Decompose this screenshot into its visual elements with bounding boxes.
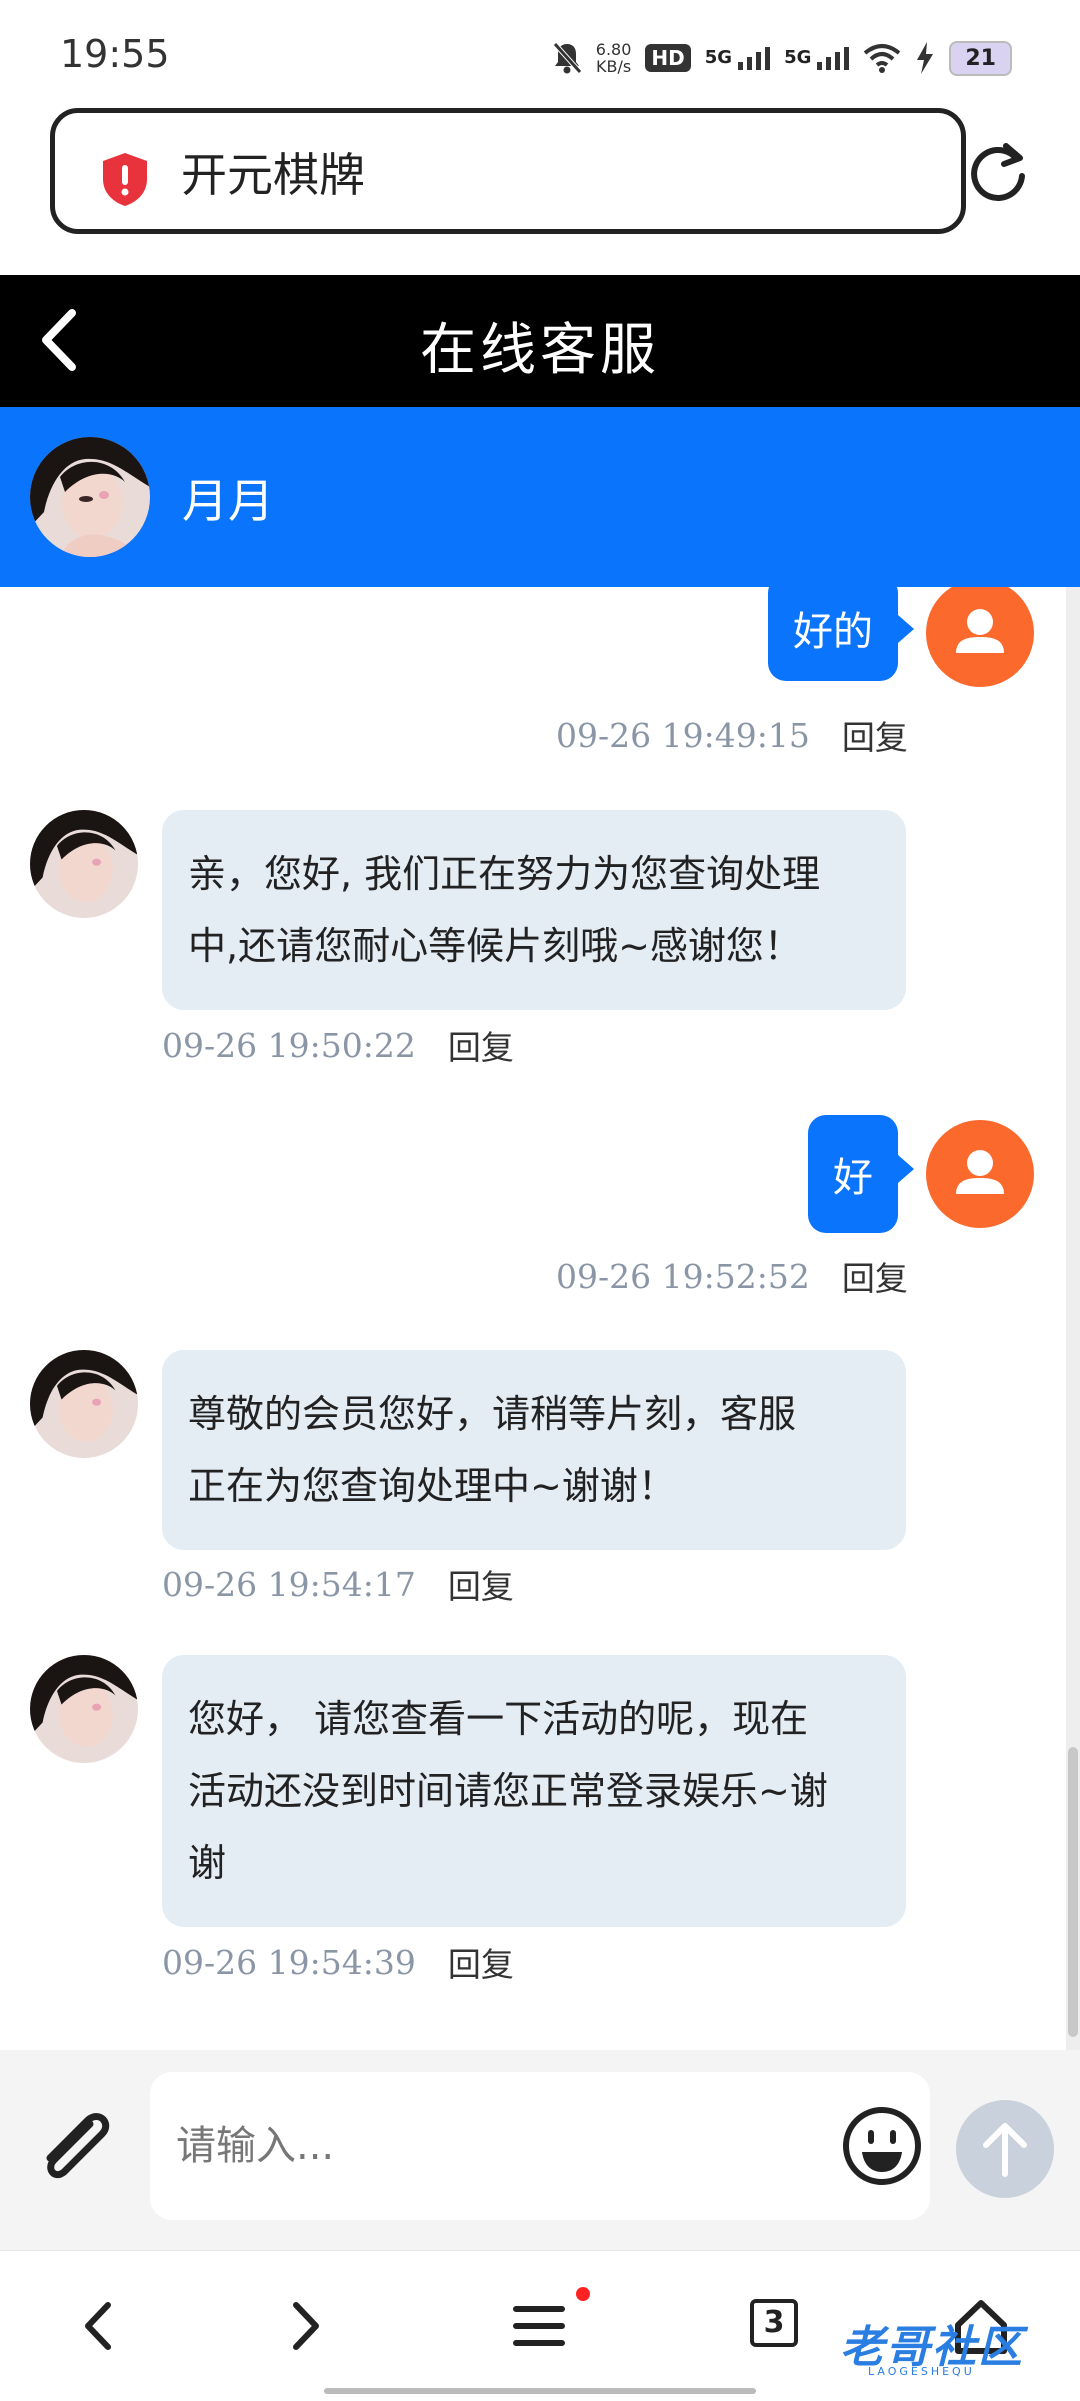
agent-bar: 月月 [0,407,1080,587]
message-line: 您好， 请您查看一下活动的呢，现在 [188,1697,809,1741]
watermark-subtext: LAOGESHEQU [868,2365,975,2378]
chat-scrollbar[interactable] [1066,587,1080,2050]
chat-header: 在线客服 [0,275,1080,407]
nav-back-button[interactable] [56,2281,146,2371]
message-meta: 09-26 19:54:39 回复 [162,1938,514,1986]
battery-level: 21 [949,40,1012,76]
status-icons: 6.80 KB/s HD 5G 5G 21 [552,36,1012,80]
status-time: 19:55 [60,32,170,76]
message-bubble-outgoing: 好的 [768,587,914,681]
browser-nav-bar: 3 老哥社区 LAOGESHEQU [0,2250,1080,2401]
message-input[interactable] [150,2072,930,2220]
message-bubble-incoming: 尊敬的会员您好，请稍等片刻，客服 正在为您查询处理中~谢谢！ [162,1350,906,1550]
reload-button[interactable] [962,138,1032,208]
agent-avatar[interactable] [30,437,150,557]
message-line: 活动还没到时间请您正常登录娱乐~谢 [188,1769,828,1813]
scrollbar-thumb[interactable] [1068,1747,1078,2037]
message-meta: 09-26 19:50:22 回复 [162,1021,514,1069]
reply-button[interactable]: 回复 [448,1560,514,1608]
agent-name: 月月 [182,474,274,528]
composer [0,2050,1080,2250]
message-meta: 09-26 19:52:52 回复 [556,1252,908,1300]
hd-badge: HD [645,44,691,72]
url-bar[interactable]: 开元棋牌 [50,108,966,234]
signal-icon-sim2: 5G [784,46,850,70]
nav-forward-button[interactable] [258,2281,348,2371]
message-timestamp: 09-26 19:50:22 [162,1025,416,1065]
menu-icon[interactable] [494,2281,584,2371]
agent-avatar-small [30,1655,138,1763]
message-bubble-incoming: 您好， 请您查看一下活动的呢，现在 活动还没到时间请您正常登录娱乐~谢 谢 [162,1655,906,1927]
notification-dot [576,2287,590,2301]
message-text: 好的 [793,609,873,655]
shield-warning-icon [103,153,147,206]
gesture-handle[interactable] [324,2388,756,2394]
agent-avatar-small [30,810,138,918]
message-timestamp: 09-26 19:49:15 [556,715,810,755]
status-bar: 19:55 6.80 KB/s HD 5G 5G 21 [0,0,1080,110]
reply-button[interactable]: 回复 [448,1021,514,1069]
send-button[interactable] [956,2100,1054,2198]
message-timestamp: 09-26 19:54:17 [162,1564,416,1604]
message-meta: 09-26 19:54:17 回复 [162,1560,514,1608]
chat-messages[interactable]: 好的 09-26 19:49:15 回复 亲，您好, 我们正在努力为您查询处理 … [0,587,1080,2050]
message-line: 亲，您好, 我们正在努力为您查询处理 [188,852,821,896]
person-icon [956,609,1004,653]
person-icon [956,1150,1004,1194]
arrow-up-icon [983,2123,1027,2177]
page-title: 在线客服 [420,318,660,383]
user-avatar [926,1120,1034,1228]
message-meta: 09-26 19:49:15 回复 [556,711,908,759]
message-bubble-outgoing: 好 [808,1115,914,1233]
message-line: 正在为您查询处理中~谢谢！ [188,1464,676,1508]
signal-icon-sim1: 5G [705,46,771,70]
wifi-icon [864,44,901,73]
net-speed: 6.80 KB/s [595,40,632,76]
message-line: 中,还请您耐心等候片刻哦~感谢您！ [188,924,802,968]
agent-avatar-small [30,1350,138,1458]
message-line: 尊敬的会员您好，请稍等片刻，客服 [188,1392,797,1436]
mute-bell-icon [552,42,582,74]
reply-button[interactable]: 回复 [842,1252,908,1300]
user-avatar [926,587,1034,687]
message-line: 谢 [188,1841,227,1885]
reply-button[interactable]: 回复 [448,1938,514,1986]
paperclip-icon[interactable] [30,2106,120,2196]
tabs-button[interactable]: 3 [750,2299,798,2347]
emoji-icon[interactable] [840,2104,924,2188]
message-text: 好 [833,1155,873,1201]
message-bubble-incoming: 亲，您好, 我们正在努力为您查询处理 中,还请您耐心等候片刻哦~感谢您！ [162,810,906,1010]
url-title: 开元棋牌 [181,148,365,202]
reply-button[interactable]: 回复 [842,711,908,759]
message-timestamp: 09-26 19:52:52 [556,1256,810,1296]
message-timestamp: 09-26 19:54:39 [162,1942,416,1982]
charging-bolt-icon [917,42,934,74]
